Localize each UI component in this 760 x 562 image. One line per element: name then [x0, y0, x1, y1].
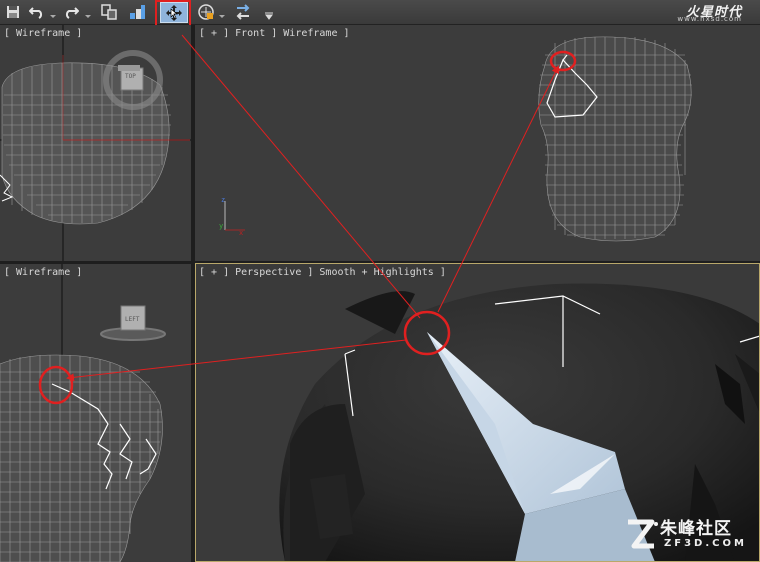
viewcube-top-face[interactable]: TOP — [125, 73, 136, 80]
viewport-front[interactable]: z y x [ + ] Front ] Wireframe ] — [195, 25, 760, 261]
reference-coordinate-button[interactable] — [232, 2, 254, 21]
svg-text:y: y — [219, 222, 223, 230]
watermark-url: ZF3D.COM — [664, 538, 747, 549]
front-view-wireframe: z y x — [219, 36, 692, 242]
top-view-wireframe — [0, 25, 191, 261]
viewport-front-label[interactable]: [ + ] Front ] Wireframe ] — [199, 28, 350, 39]
viewport-top[interactable]: [ Wireframe ] TOP — [0, 25, 191, 261]
bind-spacewarp-button[interactable] — [126, 2, 148, 21]
svg-text:x: x — [239, 229, 243, 237]
undo-button[interactable] — [27, 2, 47, 21]
bind-spacewarp-icon — [130, 4, 145, 19]
save-button[interactable] — [4, 2, 22, 21]
undo-dropdown-icon[interactable] — [49, 6, 57, 18]
watermark-text: 朱峰社区 — [660, 519, 732, 539]
viewport-left-label[interactable]: [ Wireframe ] — [4, 267, 82, 278]
select-filter-button[interactable] — [196, 2, 216, 21]
select-filter-icon — [198, 3, 214, 20]
undo-icon — [29, 6, 43, 19]
redo-dropdown-icon[interactable] — [84, 6, 92, 18]
toolbar-overflow-icon[interactable] — [264, 6, 273, 20]
redo-icon — [65, 6, 79, 19]
redo-button[interactable] — [61, 2, 81, 21]
select-link-icon — [101, 3, 117, 20]
select-filter-dropdown-icon[interactable] — [218, 6, 226, 18]
select-link-button[interactable] — [98, 2, 120, 21]
reference-coordinate-icon — [236, 3, 250, 20]
svg-text:z: z — [221, 196, 225, 204]
logo-url: www.hxsd.com — [677, 15, 742, 23]
viewport-top-label[interactable]: [ Wireframe ] — [4, 28, 82, 39]
left-view-wireframe — [0, 264, 166, 562]
watermark: 朱峰社区 ZF3D.COM — [622, 516, 752, 556]
main-toolbar: 火星时代 www.hxsd.com — [0, 0, 760, 25]
zf3d-logo-icon — [628, 519, 658, 549]
viewcube-left-face[interactable]: LEFT — [125, 316, 139, 323]
viewport-left[interactable]: [ Wireframe ] LEFT — [0, 264, 191, 562]
save-icon — [7, 5, 19, 18]
